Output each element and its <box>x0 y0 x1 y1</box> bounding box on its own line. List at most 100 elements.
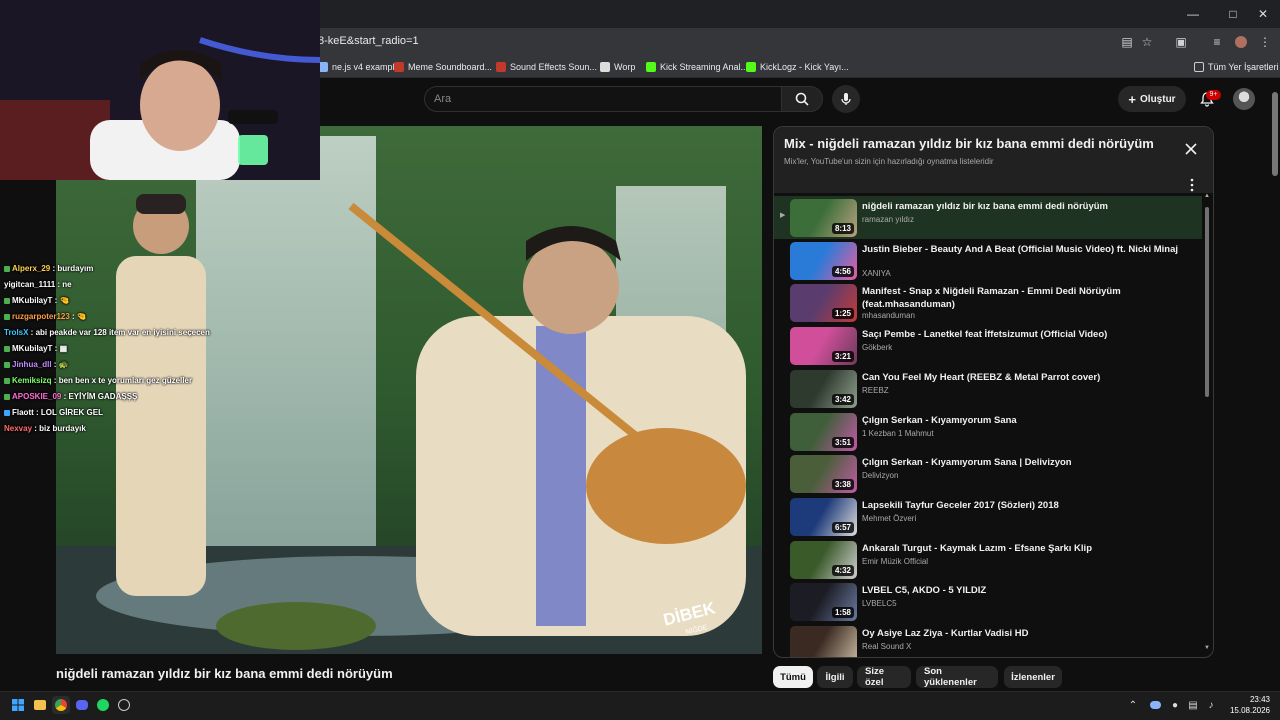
standing-man <box>116 256 206 596</box>
bookmark-item[interactable]: KickLogz - Kick Yayı... <box>746 60 849 74</box>
playlist-item[interactable]: 1:58 LVBEL C5, AKDO - 5 YILDIZ LVBELC5 <box>774 580 1202 623</box>
chrome-icon[interactable] <box>52 696 70 714</box>
start-icon[interactable] <box>9 696 27 714</box>
bookmark-item[interactable]: Kick Streaming Anal... <box>646 60 748 74</box>
playlist-item[interactable]: Oy Asiye Laz Ziya - Kurtlar Vadisi HD Rea… <box>774 623 1202 657</box>
bookmark-star-icon[interactable]: ☆ <box>1138 33 1156 51</box>
video-thumbnail[interactable]: 3:38 <box>790 455 857 494</box>
video-thumbnail[interactable]: 3:21 <box>790 327 857 366</box>
playlist-item-channel[interactable]: 1 Kezban 1 Mahmut <box>862 429 934 438</box>
playlist-item-title[interactable]: Çılgın Serkan - Kıyamıyorum Sana | Deliv… <box>862 456 1197 469</box>
file-explorer-icon[interactable] <box>31 696 49 714</box>
video-thumbnail[interactable]: 4:32 <box>790 540 857 579</box>
playlist-item-channel[interactable]: Real Sound X <box>862 642 911 651</box>
spotify-icon[interactable] <box>94 696 112 714</box>
playlist-item-channel[interactable]: Gökberk <box>862 343 892 352</box>
profile-icon[interactable] <box>1232 33 1250 51</box>
playlist-item-title[interactable]: Ankaralı Turgut - Kaymak Lazım - Efsane … <box>862 542 1197 555</box>
filter-chip[interactable]: Son yüklenenler <box>916 666 998 688</box>
playlist-item[interactable]: 3:51 Çılgın Serkan - Kıyamıyorum Sana 1 Ke… <box>774 410 1202 453</box>
filter-chip[interactable]: Size özel <box>857 666 911 688</box>
scroll-up-icon[interactable]: ▲ <box>1204 193 1210 199</box>
video-thumbnail[interactable]: 1:25 <box>790 284 857 323</box>
playlist-item-channel[interactable]: Mehmet Özveri <box>862 514 916 523</box>
video-thumbnail[interactable]: 3:42 <box>790 369 857 408</box>
filter-chip[interactable]: İzlenenler <box>1004 666 1062 688</box>
tray-expand-icon[interactable]: ⌃ <box>1124 696 1142 714</box>
playlist-item[interactable]: 1:25 Manifest - Snap x Niğdeli Ramazan - … <box>774 281 1202 324</box>
playlist-item[interactable]: 4:56 Justin Bieber - Beauty And A Beat (O… <box>774 239 1202 282</box>
close-window-icon[interactable]: ✕ <box>1246 0 1280 28</box>
playlist-item[interactable]: ▶ 8:13 niğdeli ramazan yıldız bir kız bana… <box>774 196 1202 239</box>
maximize-icon[interactable]: □ <box>1216 0 1250 28</box>
cast-icon[interactable]: ▤ <box>1118 33 1136 51</box>
playlist-scroll-thumb[interactable] <box>1205 207 1209 397</box>
chat-text: burdayım <box>57 264 94 273</box>
playlist-item-title[interactable]: Saçı Pembe - Lanetkel feat İffetsizumut … <box>862 328 1197 341</box>
video-player[interactable]: DİBEK NİĞDE <box>56 126 762 654</box>
minimize-icon[interactable]: — <box>1176 0 1210 28</box>
bookmark-item[interactable]: Sound Effects Soun... <box>496 60 597 74</box>
video-thumbnail[interactable]: 8:13 <box>790 199 857 237</box>
video-thumbnail[interactable]: 6:57 <box>790 497 857 536</box>
obs-icon[interactable] <box>115 696 133 714</box>
video-thumbnail[interactable]: 3:51 <box>790 412 857 451</box>
playlist-item-title[interactable]: Lapsekili Tayfur Geceler 2017 (Sözleri) … <box>862 499 1197 512</box>
playlist-item-title[interactable]: niğdeli ramazan yıldız bir kız bana emmi… <box>862 200 1197 213</box>
all-bookmarks[interactable]: Tüm Yer İşaretleri <box>1194 60 1279 74</box>
playlist-item-title[interactable]: Justin Bieber - Beauty And A Beat (Offic… <box>862 243 1197 256</box>
video-thumbnail[interactable]: 1:58 <box>790 583 857 622</box>
playlist-item-channel[interactable]: Delivizyon <box>862 471 898 480</box>
playlist-item-channel[interactable]: LVBELC5 <box>862 599 897 608</box>
create-button[interactable]: + Oluştur <box>1118 86 1186 112</box>
playlist-item-title[interactable]: Oy Asiye Laz Ziya - Kurtlar Vadisi HD <box>862 627 1197 640</box>
playlist-item-title[interactable]: Çılgın Serkan - Kıyamıyorum Sana <box>862 414 1197 427</box>
filter-chip[interactable]: Tümü <box>773 666 813 688</box>
mic-tray-icon[interactable]: ● <box>1166 696 1184 714</box>
playlist-item[interactable]: 6:57 Lapsekili Tayfur Geceler 2017 (Sözle… <box>774 495 1202 538</box>
network-icon[interactable]: ▤ <box>1184 696 1202 714</box>
close-playlist-icon[interactable] <box>1183 141 1199 157</box>
plus-icon: + <box>1128 91 1137 107</box>
playlist-item-channel[interactable]: mhasanduman <box>862 311 915 320</box>
playlist-item-title[interactable]: Manifest - Snap x Niğdeli Ramazan - Emmi… <box>862 285 1197 311</box>
playlist-item-channel[interactable]: Emir Müzik Official <box>862 557 928 566</box>
url-text[interactable]: 8-keE&start_radio=1 <box>318 35 419 47</box>
chat-username: APOSKIE_09 <box>12 392 62 401</box>
clock-date[interactable]: 15.08.2026 <box>1226 706 1270 715</box>
playlist-item[interactable]: 3:38 Çılgın Serkan - Kıyamıyorum Sana | D… <box>774 452 1202 495</box>
filter-chip[interactable]: İlgili <box>817 666 853 688</box>
bookmark-item[interactable]: Worp <box>600 60 635 74</box>
account-avatar[interactable] <box>1233 88 1255 110</box>
bookmark-item[interactable]: ne.js v4 exampl... <box>318 60 402 74</box>
discord-icon[interactable] <box>73 696 91 714</box>
playlist-title[interactable]: Mix - niğdeli ramazan yıldız bir kız ban… <box>784 136 1154 151</box>
browser-menu-icon[interactable]: ⋮ <box>1256 33 1274 51</box>
chat-badge-icon <box>4 265 10 272</box>
page-scroll-thumb[interactable] <box>1272 92 1278 176</box>
extensions-icon[interactable]: ▣ <box>1172 33 1190 51</box>
more-options-icon[interactable] <box>1188 177 1196 193</box>
playlist-item[interactable]: 4:32 Ankaralı Turgut - Kaymak Lazım - Efs… <box>774 538 1202 581</box>
scroll-down-icon[interactable]: ▼ <box>1204 645 1210 651</box>
video-thumbnail[interactable] <box>790 626 857 657</box>
playlist-item-title[interactable]: LVBEL C5, AKDO - 5 YILDIZ <box>862 584 1197 597</box>
media-control-icon[interactable]: ≡ <box>1208 33 1226 51</box>
bookmark-item[interactable]: Meme Soundboard... <box>394 60 492 74</box>
clock-time[interactable]: 23:43 <box>1238 695 1270 704</box>
playlist-item-channel[interactable]: REEBZ <box>862 386 889 395</box>
search-button[interactable] <box>781 86 823 112</box>
playlist-item[interactable]: 3:21 Saçı Pembe - Lanetkel feat İffetsizu… <box>774 324 1202 367</box>
playlist-item-channel[interactable]: XANIYA <box>862 269 891 278</box>
playlist-item[interactable]: 3:42 Can You Feel My Heart (REEBZ & Metal… <box>774 367 1202 410</box>
weather-icon[interactable] <box>1146 696 1164 714</box>
bookmark-label: Sound Effects Soun... <box>510 62 597 72</box>
playlist-item-title[interactable]: Can You Feel My Heart (REEBZ & Metal Par… <box>862 371 1197 384</box>
volume-icon[interactable]: ♪ <box>1202 696 1220 714</box>
voice-search-button[interactable] <box>832 85 860 113</box>
chat-username: MKubilayT <box>12 344 53 353</box>
chat-text: abi peakde var 128 item var en iyisini s… <box>35 328 210 337</box>
video-thumbnail[interactable]: 4:56 <box>790 241 857 280</box>
search-input[interactable] <box>424 86 782 112</box>
playlist-item-channel[interactable]: ramazan yıldız <box>862 215 914 224</box>
